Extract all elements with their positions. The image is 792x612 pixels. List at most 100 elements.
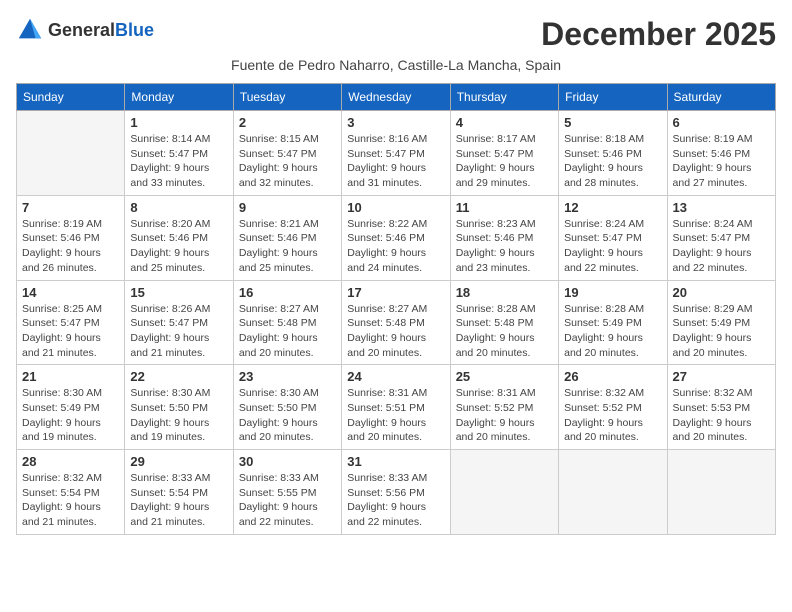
day-number: 28 [22,454,119,469]
day-number: 2 [239,115,336,130]
day-info: Sunrise: 8:32 AMSunset: 5:53 PMDaylight:… [673,386,770,445]
day-number: 6 [673,115,770,130]
day-info: Sunrise: 8:15 AMSunset: 5:47 PMDaylight:… [239,132,336,191]
calendar-cell: 21 Sunrise: 8:30 AMSunset: 5:49 PMDayligh… [17,365,125,450]
day-info: Sunrise: 8:19 AMSunset: 5:46 PMDaylight:… [22,217,119,276]
day-number: 14 [22,285,119,300]
day-number: 31 [347,454,444,469]
calendar-cell [17,111,125,196]
day-number: 27 [673,369,770,384]
calendar-cell: 14 Sunrise: 8:25 AMSunset: 5:47 PMDayligh… [17,280,125,365]
calendar-cell: 28Sunrise: 8:32 AMSunset: 5:54 PMDayligh… [17,450,125,535]
day-number: 29 [130,454,227,469]
logo-general: General [48,21,115,39]
calendar-cell: 7 Sunrise: 8:19 AMSunset: 5:46 PMDaylight… [17,195,125,280]
day-info: Sunrise: 8:30 AMSunset: 5:50 PMDaylight:… [130,386,227,445]
day-info: Sunrise: 8:32 AMSunset: 5:52 PMDaylight:… [564,386,661,445]
logo: General Blue [16,16,154,44]
day-number: 16 [239,285,336,300]
day-info: Sunrise: 8:17 AMSunset: 5:47 PMDaylight:… [456,132,553,191]
day-number: 7 [22,200,119,215]
calendar-cell: 15 Sunrise: 8:26 AMSunset: 5:47 PMDayligh… [125,280,233,365]
calendar-cell [559,450,667,535]
day-info: Sunrise: 8:24 AMSunset: 5:47 PMDaylight:… [564,217,661,276]
weekday-header: Monday [125,84,233,111]
calendar-cell: 1 Sunrise: 8:14 AMSunset: 5:47 PMDaylight… [125,111,233,196]
day-info: Sunrise: 8:28 AMSunset: 5:49 PMDaylight:… [564,302,661,361]
calendar-cell: 2 Sunrise: 8:15 AMSunset: 5:47 PMDaylight… [233,111,341,196]
logo-icon [16,16,44,44]
calendar-cell: 4 Sunrise: 8:17 AMSunset: 5:47 PMDaylight… [450,111,558,196]
page-title: December 2025 [541,16,776,53]
day-info: Sunrise: 8:22 AMSunset: 5:46 PMDaylight:… [347,217,444,276]
day-info: Sunrise: 8:16 AMSunset: 5:47 PMDaylight:… [347,132,444,191]
day-info: Sunrise: 8:33 AMSunset: 5:54 PMDaylight:… [130,471,227,530]
day-info: Sunrise: 8:20 AMSunset: 5:46 PMDaylight:… [130,217,227,276]
weekday-header: Thursday [450,84,558,111]
calendar-week-row: 14 Sunrise: 8:25 AMSunset: 5:47 PMDayligh… [17,280,776,365]
weekday-header: Saturday [667,84,775,111]
weekday-header: Sunday [17,84,125,111]
calendar-cell: 10 Sunrise: 8:22 AMSunset: 5:46 PMDayligh… [342,195,450,280]
calendar-cell: 24 Sunrise: 8:31 AMSunset: 5:51 PMDayligh… [342,365,450,450]
day-info: Sunrise: 8:25 AMSunset: 5:47 PMDaylight:… [22,302,119,361]
day-info: Sunrise: 8:31 AMSunset: 5:51 PMDaylight:… [347,386,444,445]
calendar-cell: 30 Sunrise: 8:33 AMSunset: 5:55 PMDayligh… [233,450,341,535]
day-info: Sunrise: 8:27 AMSunset: 5:48 PMDaylight:… [239,302,336,361]
calendar-cell [450,450,558,535]
day-number: 5 [564,115,661,130]
day-number: 8 [130,200,227,215]
day-number: 13 [673,200,770,215]
day-info: Sunrise: 8:31 AMSunset: 5:52 PMDaylight:… [456,386,553,445]
calendar-cell: 26 Sunrise: 8:32 AMSunset: 5:52 PMDayligh… [559,365,667,450]
day-number: 10 [347,200,444,215]
calendar-cell: 22 Sunrise: 8:30 AMSunset: 5:50 PMDayligh… [125,365,233,450]
calendar-cell: 25Sunrise: 8:31 AMSunset: 5:52 PMDayligh… [450,365,558,450]
header: General Blue December 2025 [16,16,776,53]
calendar-cell: 31 Sunrise: 8:33 AMSunset: 5:56 PMDayligh… [342,450,450,535]
calendar-cell: 29 Sunrise: 8:33 AMSunset: 5:54 PMDayligh… [125,450,233,535]
day-info: Sunrise: 8:27 AMSunset: 5:48 PMDaylight:… [347,302,444,361]
page-container: General Blue December 2025 Fuente de Ped… [16,16,776,535]
calendar-week-row: 28Sunrise: 8:32 AMSunset: 5:54 PMDayligh… [17,450,776,535]
calendar-cell [667,450,775,535]
calendar-week-row: 21 Sunrise: 8:30 AMSunset: 5:49 PMDayligh… [17,365,776,450]
day-number: 9 [239,200,336,215]
day-number: 4 [456,115,553,130]
day-number: 21 [22,369,119,384]
calendar-cell: 18Sunrise: 8:28 AMSunset: 5:48 PMDayligh… [450,280,558,365]
logo-text: General Blue [48,21,154,39]
weekday-header: Wednesday [342,84,450,111]
day-number: 18 [456,285,553,300]
day-info: Sunrise: 8:14 AMSunset: 5:47 PMDaylight:… [130,132,227,191]
day-info: Sunrise: 8:29 AMSunset: 5:49 PMDaylight:… [673,302,770,361]
day-info: Sunrise: 8:33 AMSunset: 5:56 PMDaylight:… [347,471,444,530]
day-number: 20 [673,285,770,300]
weekday-header-row: SundayMondayTuesdayWednesdayThursdayFrid… [17,84,776,111]
day-info: Sunrise: 8:26 AMSunset: 5:47 PMDaylight:… [130,302,227,361]
day-number: 22 [130,369,227,384]
calendar-cell: 11Sunrise: 8:23 AMSunset: 5:46 PMDayligh… [450,195,558,280]
calendar-week-row: 1 Sunrise: 8:14 AMSunset: 5:47 PMDaylight… [17,111,776,196]
day-number: 15 [130,285,227,300]
calendar-cell: 27 Sunrise: 8:32 AMSunset: 5:53 PMDayligh… [667,365,775,450]
day-number: 23 [239,369,336,384]
day-number: 1 [130,115,227,130]
day-info: Sunrise: 8:30 AMSunset: 5:50 PMDaylight:… [239,386,336,445]
calendar-cell: 16 Sunrise: 8:27 AMSunset: 5:48 PMDayligh… [233,280,341,365]
calendar-cell: 12Sunrise: 8:24 AMSunset: 5:47 PMDayligh… [559,195,667,280]
day-info: Sunrise: 8:21 AMSunset: 5:46 PMDaylight:… [239,217,336,276]
weekday-header: Tuesday [233,84,341,111]
calendar-cell: 6 Sunrise: 8:19 AMSunset: 5:46 PMDaylight… [667,111,775,196]
calendar-cell: 13Sunrise: 8:24 AMSunset: 5:47 PMDayligh… [667,195,775,280]
day-number: 26 [564,369,661,384]
calendar-cell: 3 Sunrise: 8:16 AMSunset: 5:47 PMDaylight… [342,111,450,196]
weekday-header: Friday [559,84,667,111]
day-info: Sunrise: 8:33 AMSunset: 5:55 PMDaylight:… [239,471,336,530]
day-number: 30 [239,454,336,469]
day-number: 24 [347,369,444,384]
day-info: Sunrise: 8:30 AMSunset: 5:49 PMDaylight:… [22,386,119,445]
day-info: Sunrise: 8:18 AMSunset: 5:46 PMDaylight:… [564,132,661,191]
day-info: Sunrise: 8:19 AMSunset: 5:46 PMDaylight:… [673,132,770,191]
day-number: 3 [347,115,444,130]
